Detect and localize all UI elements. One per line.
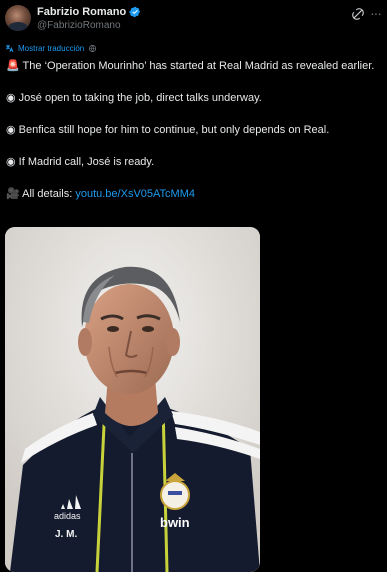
globe-icon — [89, 44, 97, 53]
grok-icon[interactable] — [351, 7, 365, 21]
mourinho-photo: bwin adidas J. M. — [5, 227, 260, 572]
tweet-line-open: ◉ José open to taking the job, direct ta… — [6, 92, 262, 104]
avatar[interactable] — [5, 5, 31, 31]
youtube-link[interactable]: youtu.be/XsV05ATcMM4 — [75, 188, 195, 200]
jacket-initials: J. M. — [55, 529, 77, 540]
sponsor-text: bwin — [160, 515, 190, 530]
translate-row[interactable]: Mostrar traducción — [5, 44, 97, 53]
tweet-line-headline: 🚨 The ‘Operation Mourinho’ has started a… — [6, 60, 375, 72]
author-name-row[interactable]: Fabrizio Romano — [37, 6, 141, 18]
author-handle[interactable]: @FabrizioRomano — [37, 20, 121, 31]
tweet-text: 🚨 The ‘Operation Mourinho’ has started a… — [6, 58, 381, 202]
author-name[interactable]: Fabrizio Romano — [37, 6, 126, 18]
show-translation-link[interactable]: Mostrar traducción — [18, 44, 84, 53]
translate-icon — [5, 45, 14, 53]
tweet-line-ready: ◉ If Madrid call, José is ready. — [6, 156, 155, 168]
tweet-header: Fabrizio Romano @FabrizioRomano ··· — [0, 0, 387, 40]
tweet-media-photo[interactable]: bwin adidas J. M. — [5, 227, 260, 572]
adidas-text: adidas — [54, 511, 81, 521]
more-icon[interactable]: ··· — [370, 6, 384, 20]
tweet-line-details: 🎥 All details: youtu.be/XsV05ATcMM4 — [6, 186, 381, 202]
tweet-line-benfica: ◉ Benfica still hope for him to continue… — [6, 124, 330, 136]
details-prefix: 🎥 All details: — [6, 188, 76, 200]
verified-badge-icon — [129, 6, 141, 18]
